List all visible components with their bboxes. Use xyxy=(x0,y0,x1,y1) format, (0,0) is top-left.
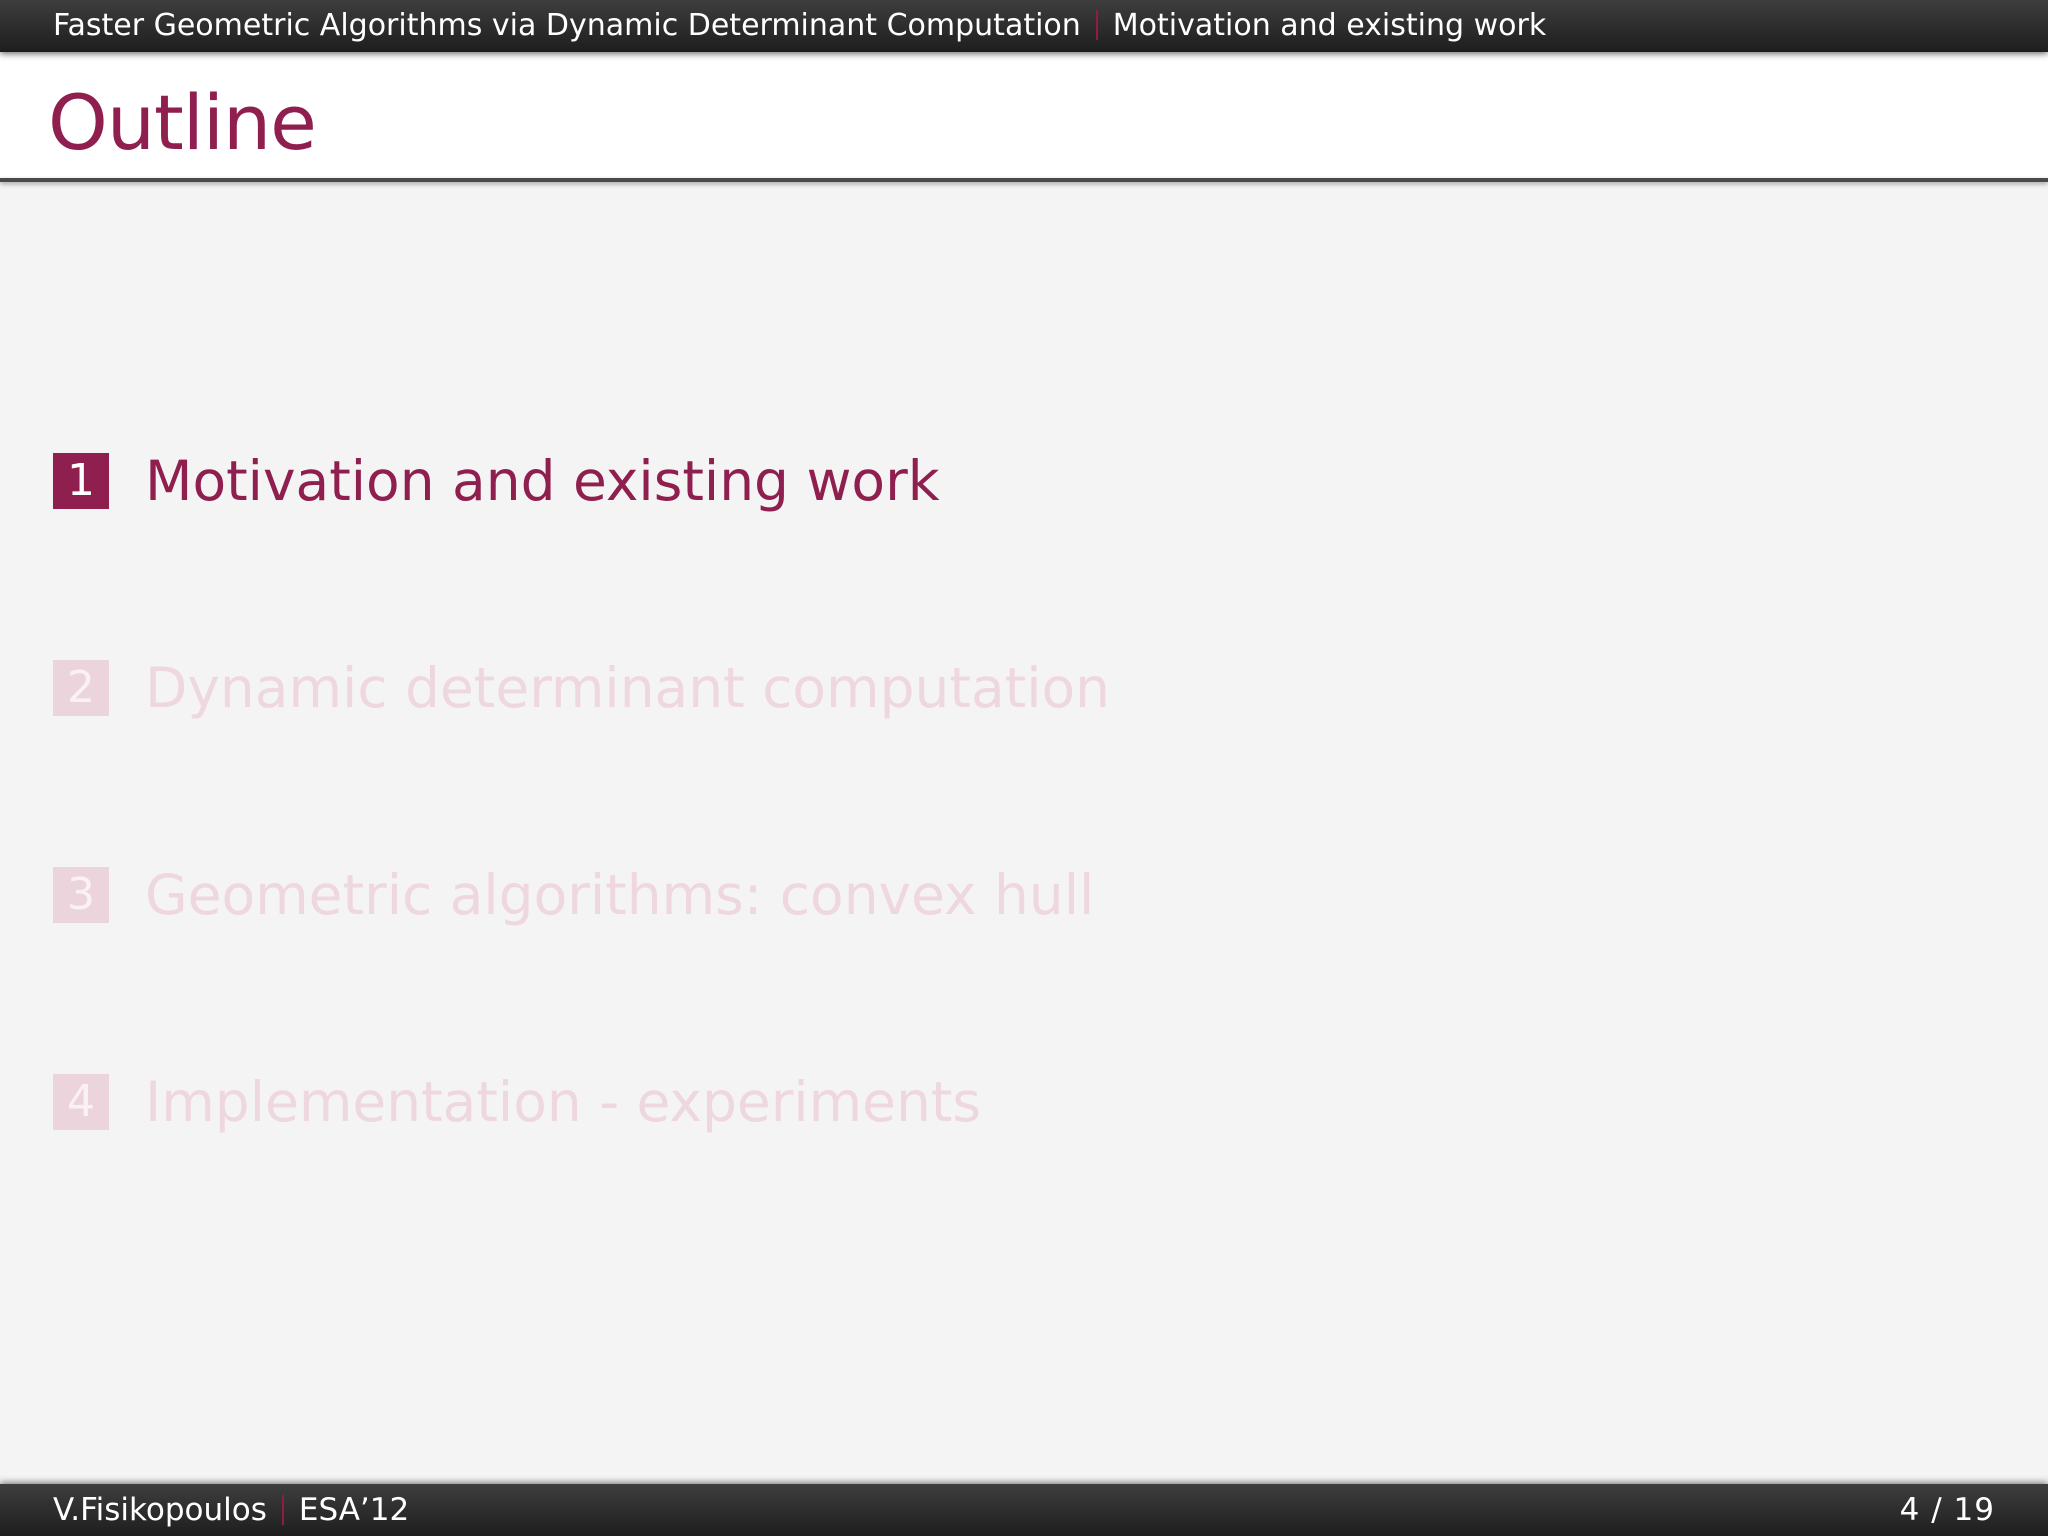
footer-bar: V.Fisikopoulos ESA’12 4 / 19 xyxy=(0,1484,2048,1536)
header-bar: Faster Geometric Algorithms via Dynamic … xyxy=(0,0,2048,52)
outline-item-2[interactable]: 2 Dynamic determinant computation xyxy=(53,660,1110,716)
section-number-box: 2 xyxy=(53,660,109,716)
outline-item-label: Geometric algorithms: convex hull xyxy=(145,863,1095,927)
page-separator: / xyxy=(1931,1492,1943,1528)
header-separator xyxy=(1095,9,1098,40)
outline-item-label: Implementation - experiments xyxy=(145,1070,982,1134)
section-number-box: 4 xyxy=(53,1074,109,1130)
outline-item-1[interactable]: 1 Motivation and existing work xyxy=(53,453,940,509)
page-counter: 4 / 19 xyxy=(1900,1484,1995,1536)
current-section: Motivation and existing work xyxy=(1112,8,1547,43)
page-current: 4 xyxy=(1899,1492,1921,1528)
page-total: 19 xyxy=(1953,1492,1995,1528)
outline-item-label: Dynamic determinant computation xyxy=(145,656,1111,720)
slide: Faster Geometric Algorithms via Dynamic … xyxy=(0,0,2048,1536)
outline-item-3[interactable]: 3 Geometric algorithms: convex hull xyxy=(53,867,1094,923)
section-number-box: 1 xyxy=(53,453,109,509)
frame-title-divider xyxy=(0,178,2048,182)
frame-title: Outline xyxy=(48,78,317,167)
footer-author: V.Fisikopoulos xyxy=(53,1492,267,1528)
header-content: Faster Geometric Algorithms via Dynamic … xyxy=(53,0,1546,52)
footer-separator xyxy=(281,1494,284,1525)
footer-left: V.Fisikopoulos ESA’12 xyxy=(53,1484,409,1536)
footer-event: ESA’12 xyxy=(298,1492,410,1528)
outline-item-4[interactable]: 4 Implementation - experiments xyxy=(53,1074,981,1130)
outline-item-label: Motivation and existing work xyxy=(145,449,940,513)
section-number-box: 3 xyxy=(53,867,109,923)
presentation-title: Faster Geometric Algorithms via Dynamic … xyxy=(53,8,1081,43)
